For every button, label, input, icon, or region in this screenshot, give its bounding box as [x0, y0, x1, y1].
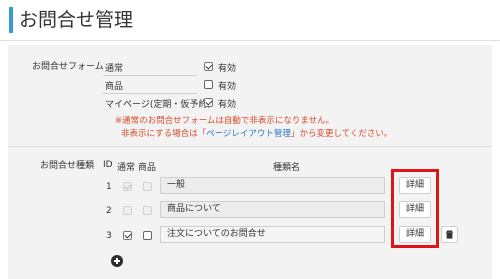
section-divider: [8, 146, 492, 147]
row-id: 3: [106, 231, 112, 241]
page-layout-link[interactable]: ページレイアウト管理: [206, 129, 291, 139]
form-product-enabled-checkbox[interactable]: [204, 80, 213, 89]
form-mypage-enabled-checkbox[interactable]: [204, 98, 213, 107]
row-id: 2: [106, 206, 112, 216]
form-name-mypage: マイページ(定期・仮予約): [105, 100, 211, 110]
form-name-normal: 通常: [105, 64, 124, 74]
form-name-product: 商品: [105, 82, 124, 92]
trash-icon: [446, 230, 453, 239]
row-normal-checkbox: [123, 182, 132, 191]
column-header-type-name: 種類名: [273, 163, 301, 173]
delete-button[interactable]: [441, 226, 458, 243]
row-product-checkbox: [143, 182, 152, 191]
row-product-checkbox[interactable]: [143, 231, 152, 240]
row-id: 1: [106, 182, 112, 192]
type-name-field: 商品について: [160, 201, 385, 218]
form-row-divider: [103, 75, 197, 76]
row-normal-checkbox: [123, 206, 132, 215]
highlight-annotation-box: [391, 169, 439, 248]
page-title: お問合せ管理: [19, 9, 134, 31]
form-row-divider: [103, 93, 197, 94]
row-product-checkbox: [143, 206, 152, 215]
form-normal-enabled-checkbox[interactable]: [204, 62, 213, 71]
notice-line-2: 非表示にする場合は「ページレイアウト管理」から変更してください。: [121, 127, 392, 139]
form-normal-enabled-label: 有効: [218, 64, 237, 74]
form-product-enabled-label: 有効: [218, 82, 237, 92]
column-header-normal: 通常: [117, 163, 136, 173]
row-normal-checkbox[interactable]: [123, 231, 132, 240]
column-header-id: ID: [103, 160, 113, 170]
form-section-label: お問合せフォーム: [32, 62, 104, 72]
title-accent-bar: [9, 7, 13, 33]
type-name-field: 一般: [160, 177, 385, 194]
notice-text-before: 非表示にする場合は「: [121, 129, 207, 139]
notice-text-after: 」から変更してください。: [290, 129, 393, 139]
notice-line-1: ※通常のお問合せフォームは自動で非表示になりません。: [115, 116, 335, 126]
column-header-product: 商品: [138, 163, 157, 173]
type-name-input[interactable]: 注文についてのお問合せ: [160, 226, 385, 243]
add-row-button[interactable]: [111, 255, 123, 267]
types-section-label: お問合せ種類: [40, 161, 95, 171]
form-mypage-enabled-label: 有効: [218, 100, 237, 110]
